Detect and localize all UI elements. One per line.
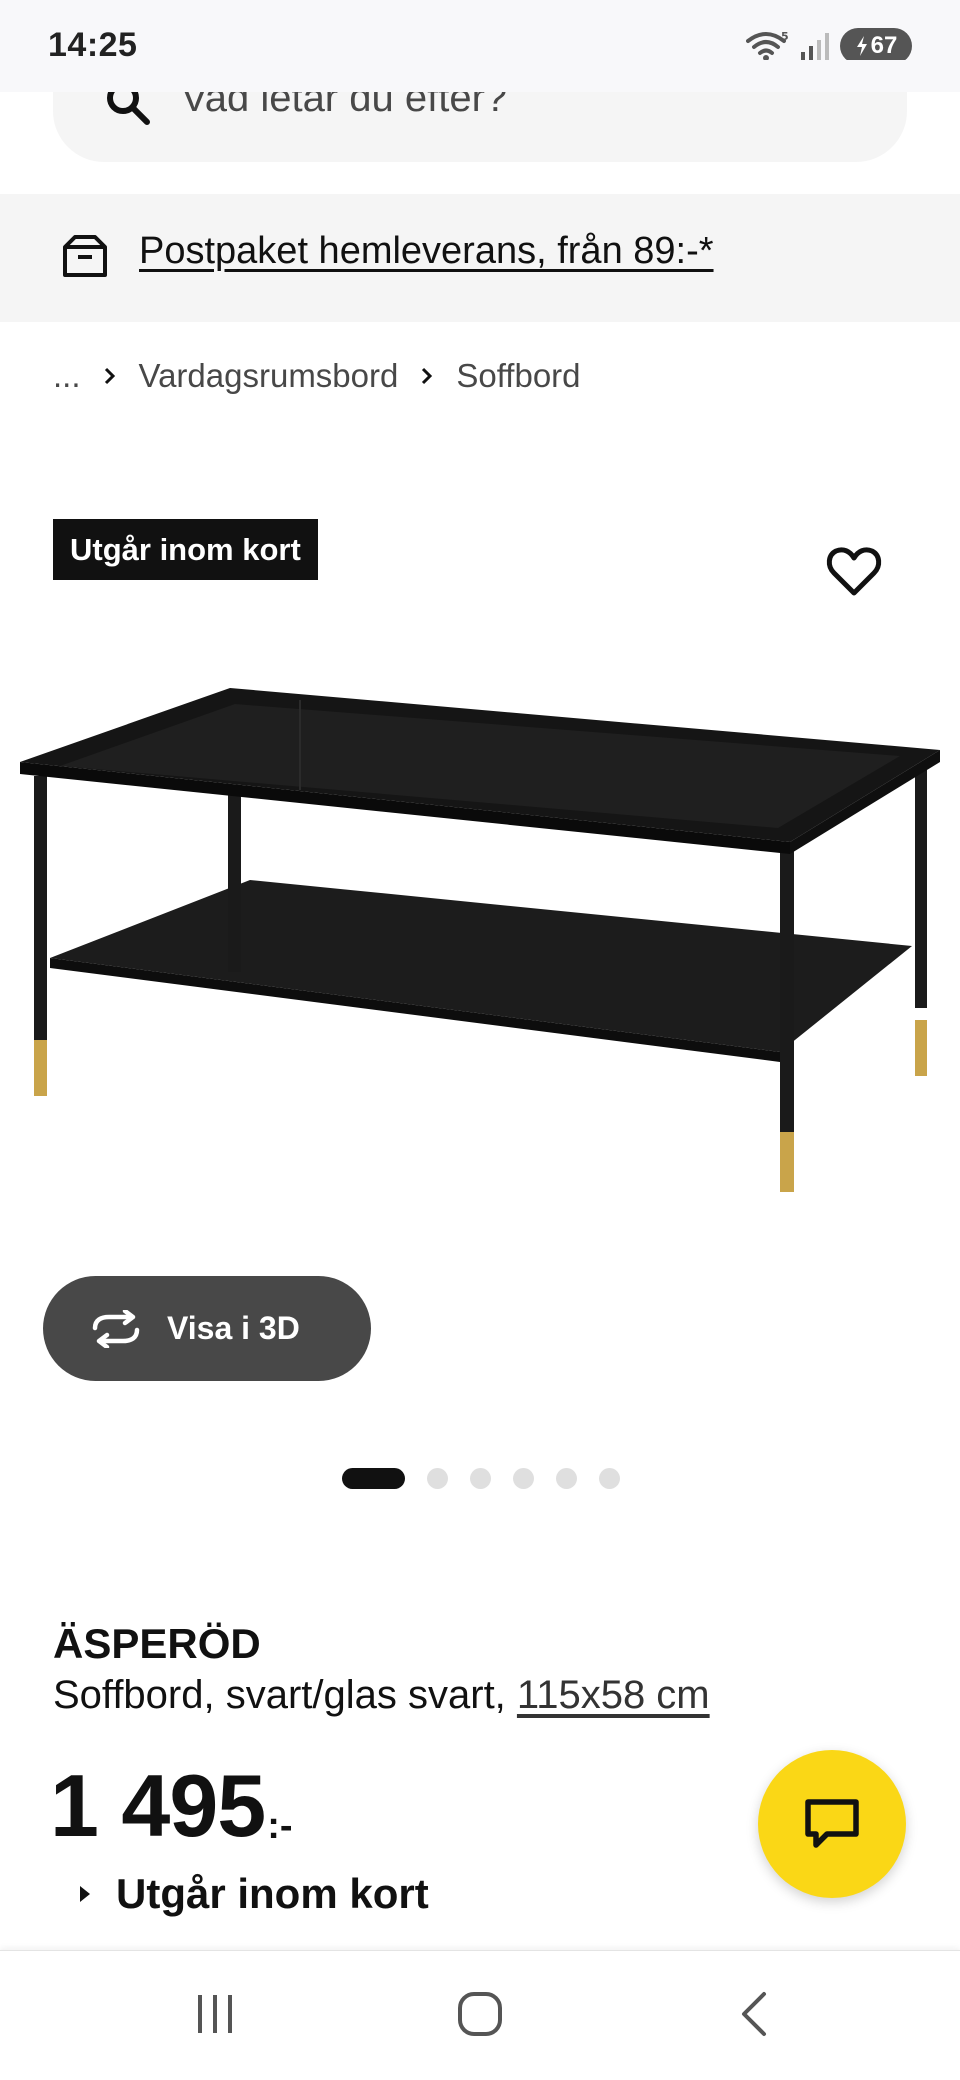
price-suffix: :- bbox=[267, 1805, 293, 1848]
home-icon[interactable] bbox=[457, 1991, 503, 2037]
rotate-3d-icon bbox=[92, 1309, 140, 1348]
product-image[interactable] bbox=[0, 670, 960, 1230]
breadcrumb: ... Vardagsrumsbord Soffbord bbox=[53, 357, 581, 395]
battery-charging-icon: 67 bbox=[840, 28, 912, 64]
carousel-dot-1[interactable] bbox=[342, 1468, 405, 1489]
breadcrumb-item-soffbord[interactable]: Soffbord bbox=[456, 357, 580, 395]
chevron-right-icon bbox=[420, 366, 434, 386]
svg-text:5: 5 bbox=[781, 30, 789, 43]
battery-level: 67 bbox=[870, 32, 898, 59]
discontinued-badge: Utgår inom kort bbox=[53, 519, 318, 580]
caret-right-icon bbox=[80, 1886, 90, 1902]
carousel-dot-3[interactable] bbox=[470, 1468, 491, 1489]
status-bar-background bbox=[0, 60, 960, 92]
product-description: Soffbord, svart/glas svart, 115x58 cm bbox=[53, 1673, 710, 1718]
carousel-dot-2[interactable] bbox=[427, 1468, 448, 1489]
wifi-icon: 5 bbox=[746, 30, 789, 61]
chat-button[interactable] bbox=[758, 1750, 906, 1898]
heart-icon[interactable] bbox=[826, 546, 882, 598]
status-icons: 5 67 bbox=[746, 28, 912, 64]
chevron-right-icon bbox=[103, 366, 117, 386]
recent-apps-icon[interactable] bbox=[192, 1991, 238, 2037]
product-name: ÄSPERÖD bbox=[53, 1620, 261, 1667]
breadcrumb-item-vardagsrumsbord[interactable]: Vardagsrumsbord bbox=[139, 357, 399, 395]
back-icon[interactable] bbox=[736, 1991, 772, 2037]
delivery-promo-link[interactable]: Postpaket hemleverans, från 89:-* bbox=[139, 230, 714, 273]
carousel-dot-5[interactable] bbox=[556, 1468, 577, 1489]
availability-toggle[interactable]: Utgår inom kort bbox=[78, 1870, 429, 1918]
chat-bubble-icon bbox=[805, 1799, 859, 1848]
product-price: 1 495 :- bbox=[50, 1762, 293, 1850]
view-3d-label: Visa i 3D bbox=[167, 1310, 300, 1346]
delivery-box-icon bbox=[63, 235, 107, 277]
product-description-text: Soffbord, svart/glas svart, bbox=[53, 1673, 506, 1717]
carousel-pagination bbox=[342, 1468, 620, 1489]
badge-label: Utgår inom kort bbox=[70, 531, 301, 567]
availability-label: Utgår inom kort bbox=[116, 1870, 429, 1917]
delivery-promo-banner[interactable]: Postpaket hemleverans, från 89:-* bbox=[0, 194, 960, 322]
system-nav-bar bbox=[0, 1950, 960, 2080]
signal-icon bbox=[801, 33, 829, 60]
carousel-dot-4[interactable] bbox=[513, 1468, 534, 1489]
view-3d-button[interactable]: Visa i 3D bbox=[43, 1276, 371, 1381]
product-dimensions-link[interactable]: 115x58 cm bbox=[517, 1673, 710, 1717]
carousel-dot-6[interactable] bbox=[599, 1468, 620, 1489]
breadcrumb-ellipsis[interactable]: ... bbox=[53, 357, 81, 395]
price-amount: 1 495 bbox=[50, 1756, 266, 1855]
